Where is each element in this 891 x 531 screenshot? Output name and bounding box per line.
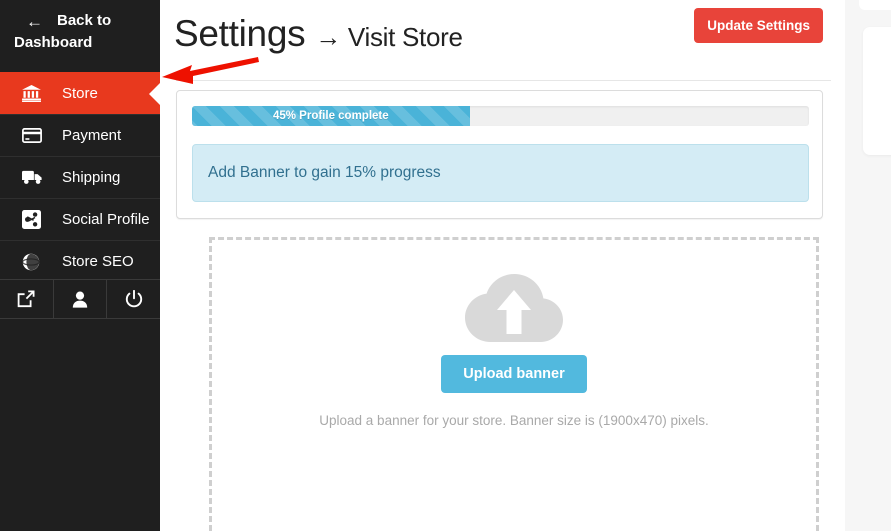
header-divider	[176, 80, 831, 81]
credit-card-icon	[22, 128, 48, 143]
rail-scroll-widget[interactable]	[863, 27, 891, 155]
sidebar-item-store-seo-label: Store SEO	[62, 253, 134, 270]
sidebar-item-back-to-dashboard[interactable]: ← Back to Dashboard	[0, 0, 160, 72]
upload-banner-button[interactable]: Upload banner	[441, 355, 587, 393]
app-root: ← Back to Dashboard Store Payment Shippi…	[0, 0, 891, 531]
bank-icon	[22, 85, 48, 102]
back-to-dashboard-label-line1: Back to	[57, 12, 112, 29]
sidebar-item-store-seo[interactable]: Store SEO	[0, 240, 160, 282]
sidebar: ← Back to Dashboard Store Payment Shippi…	[0, 0, 160, 531]
page-title-main: Settings	[174, 13, 306, 54]
sidebar-bottom-icon-bar	[0, 279, 160, 319]
active-pointer-notch	[149, 82, 160, 105]
rail-widget-top[interactable]	[859, 0, 891, 10]
external-link-icon[interactable]	[0, 280, 53, 318]
sidebar-item-social-profile-label: Social Profile	[62, 211, 150, 228]
back-to-dashboard-label-line2: Dashboard	[14, 34, 93, 51]
main-content: Settings → Visit Store Update Settings 4…	[160, 0, 845, 531]
power-icon[interactable]	[106, 280, 160, 318]
page-title-sub: → Visit Store	[315, 22, 463, 52]
sidebar-item-payment[interactable]: Payment	[0, 114, 160, 156]
profile-progress-bar: 45% Profile complete	[192, 106, 470, 126]
sidebar-item-shipping[interactable]: Shipping	[0, 156, 160, 198]
sidebar-item-payment-label: Payment	[62, 127, 122, 144]
update-settings-button[interactable]: Update Settings	[694, 8, 823, 43]
banner-dropzone[interactable]: Upload banner Upload a banner for your s…	[209, 237, 819, 531]
right-rail	[845, 0, 891, 531]
sidebar-item-shipping-label: Shipping	[62, 169, 121, 186]
arrow-left-icon: ←	[26, 11, 43, 31]
sidebar-item-social-profile[interactable]: Social Profile	[0, 198, 160, 240]
sidebar-item-store[interactable]: Store	[0, 72, 160, 114]
cloud-upload-icon	[465, 274, 563, 351]
truck-icon	[22, 170, 48, 185]
sidebar-item-store-label: Store	[62, 85, 98, 102]
banner-size-hint: Upload a banner for your store. Banner s…	[319, 413, 709, 428]
profile-progress-card: 45% Profile complete Add Banner to gain …	[176, 90, 823, 219]
share-icon	[22, 210, 48, 229]
profile-progress-track: 45% Profile complete	[192, 106, 809, 126]
globe-icon	[22, 253, 48, 271]
user-icon[interactable]	[52, 280, 107, 318]
add-banner-alert: Add Banner to gain 15% progress	[192, 144, 809, 202]
